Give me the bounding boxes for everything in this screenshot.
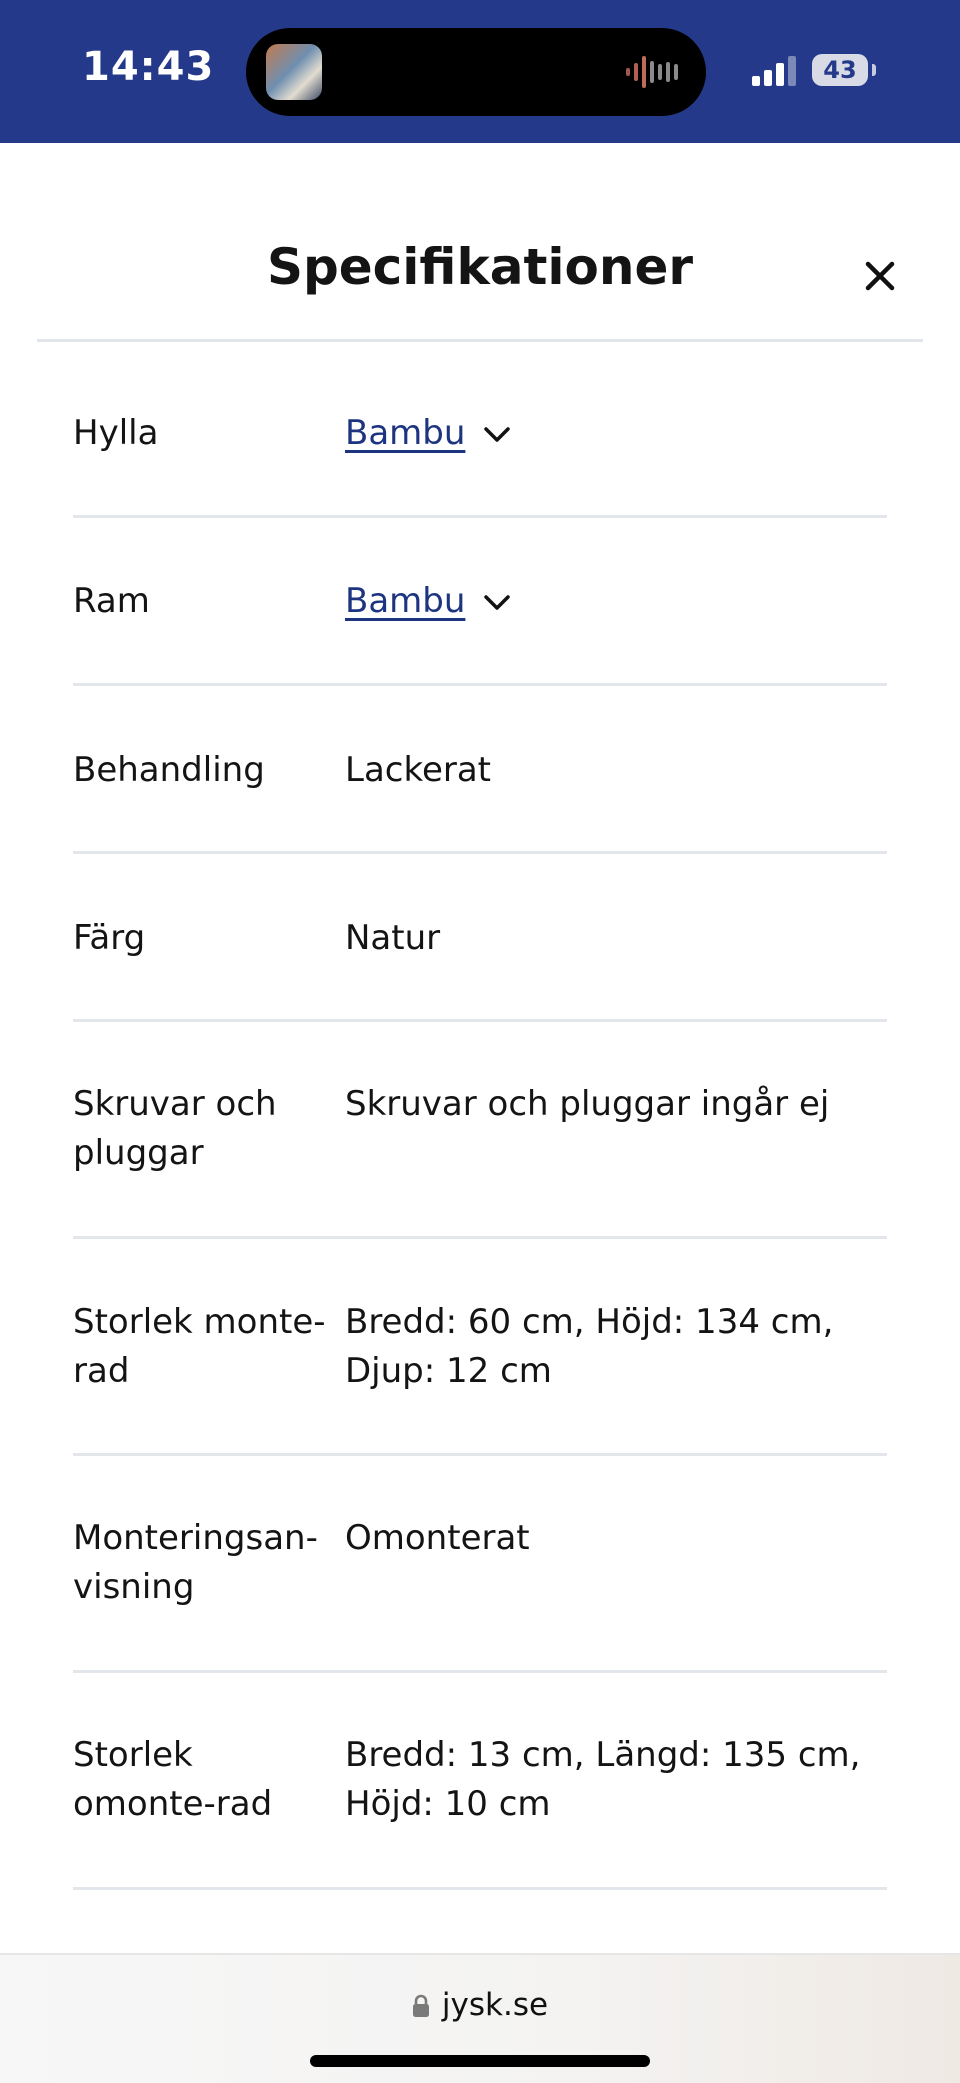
spec-label: Ram [73, 581, 150, 621]
spec-label: Storlek omonte-rad [73, 1735, 273, 1824]
audio-waveform-icon [626, 56, 678, 88]
spec-label: Färg [73, 918, 146, 958]
status-bar: 14:43 43 [0, 0, 960, 143]
lock-icon [412, 1994, 429, 2017]
spec-label: Storlek monte-rad [73, 1302, 326, 1391]
spec-row: Ram Bambu [73, 518, 887, 686]
spec-value: Bredd: 13 cm, Längd: 135 cm, Höjd: 10 cm [345, 1735, 861, 1824]
spec-value[interactable]: Bambu [345, 409, 890, 458]
spec-label: Behandling [73, 750, 265, 790]
spec-row: Färg Natur [73, 854, 887, 1022]
spec-row: Monteringsan-visning Omonterat [73, 1456, 887, 1673]
status-time: 14:43 [82, 44, 215, 90]
spec-label: Skruvar och pluggar [73, 1084, 277, 1173]
battery-tip [872, 64, 876, 76]
url-text: jysk.se [441, 1987, 549, 2023]
spec-row: Storlek omonte-rad Bredd: 13 cm, Längd: … [73, 1673, 887, 1890]
dynamic-island[interactable] [246, 28, 706, 116]
home-indicator[interactable] [310, 2055, 650, 2067]
page-title: Specifikationer [266, 238, 694, 296]
chevron-down-icon[interactable] [483, 594, 511, 612]
browser-bottom-bar: jysk.se [0, 1953, 960, 2083]
spec-row: Skruvar och pluggar Skruvar och pluggar … [73, 1022, 887, 1239]
address-bar[interactable]: jysk.se [0, 1987, 960, 2023]
spec-row: Storlek monte-rad Bredd: 60 cm, Höjd: 13… [73, 1239, 887, 1456]
spec-label: Monteringsan-visning [73, 1518, 318, 1607]
close-icon[interactable] [862, 258, 898, 294]
spec-value[interactable]: Bambu [345, 577, 890, 626]
chevron-down-icon[interactable] [483, 426, 511, 444]
now-playing-artwork[interactable] [266, 44, 322, 100]
spec-value: Lackerat [345, 750, 492, 790]
spec-label: Hylla [73, 413, 159, 453]
spec-value: Omonterat [345, 1518, 530, 1558]
material-link[interactable]: Bambu [345, 413, 465, 453]
spec-row: Behandling Lackerat [73, 686, 887, 854]
specifications-list: Hylla Bambu Ram Bambu Behandling Lackera… [73, 342, 887, 1890]
battery-indicator: 43 [812, 54, 868, 86]
material-link[interactable]: Bambu [345, 581, 465, 621]
spec-value: Bredd: 60 cm, Höjd: 134 cm, Djup: 12 cm [345, 1302, 834, 1391]
cellular-signal-icon [752, 56, 796, 86]
spec-value: Skruvar och pluggar ingår ej [345, 1084, 830, 1124]
spec-value: Natur [345, 918, 441, 958]
spec-row: Hylla Bambu [73, 342, 887, 518]
